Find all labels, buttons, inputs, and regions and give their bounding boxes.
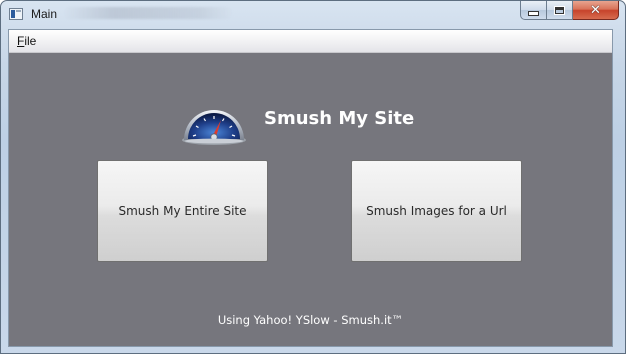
client-area: File Smush My Site Smush My Entire Site …: [8, 29, 613, 347]
close-icon: ✕: [590, 2, 601, 18]
speedometer-icon: [182, 110, 246, 145]
app-icon[interactable]: [9, 8, 23, 20]
menu-bar: File: [9, 30, 612, 53]
footer-credit: Using Yahoo! YSlow - Smush.it™: [217, 313, 404, 327]
minimize-icon: [528, 10, 539, 16]
maximize-button[interactable]: [547, 1, 573, 20]
smush-entire-site-button[interactable]: Smush My Entire Site: [97, 160, 268, 262]
maximize-icon: [554, 5, 565, 15]
title-bar-reflection: [63, 7, 233, 19]
title-bar[interactable]: Main ✕: [1, 1, 625, 29]
minimize-button[interactable]: [520, 1, 547, 20]
window-title: Main: [31, 7, 58, 21]
page-title: Smush My Site: [264, 108, 415, 129]
menu-file-label: ile: [24, 34, 37, 48]
menu-file[interactable]: File: [17, 34, 36, 48]
close-button[interactable]: ✕: [573, 1, 619, 20]
caption-buttons: ✕: [520, 1, 619, 21]
smush-images-url-button[interactable]: Smush Images for a Url: [351, 160, 522, 262]
main-window: Main ✕ File Smush My Site Smush My Entir…: [0, 0, 626, 354]
